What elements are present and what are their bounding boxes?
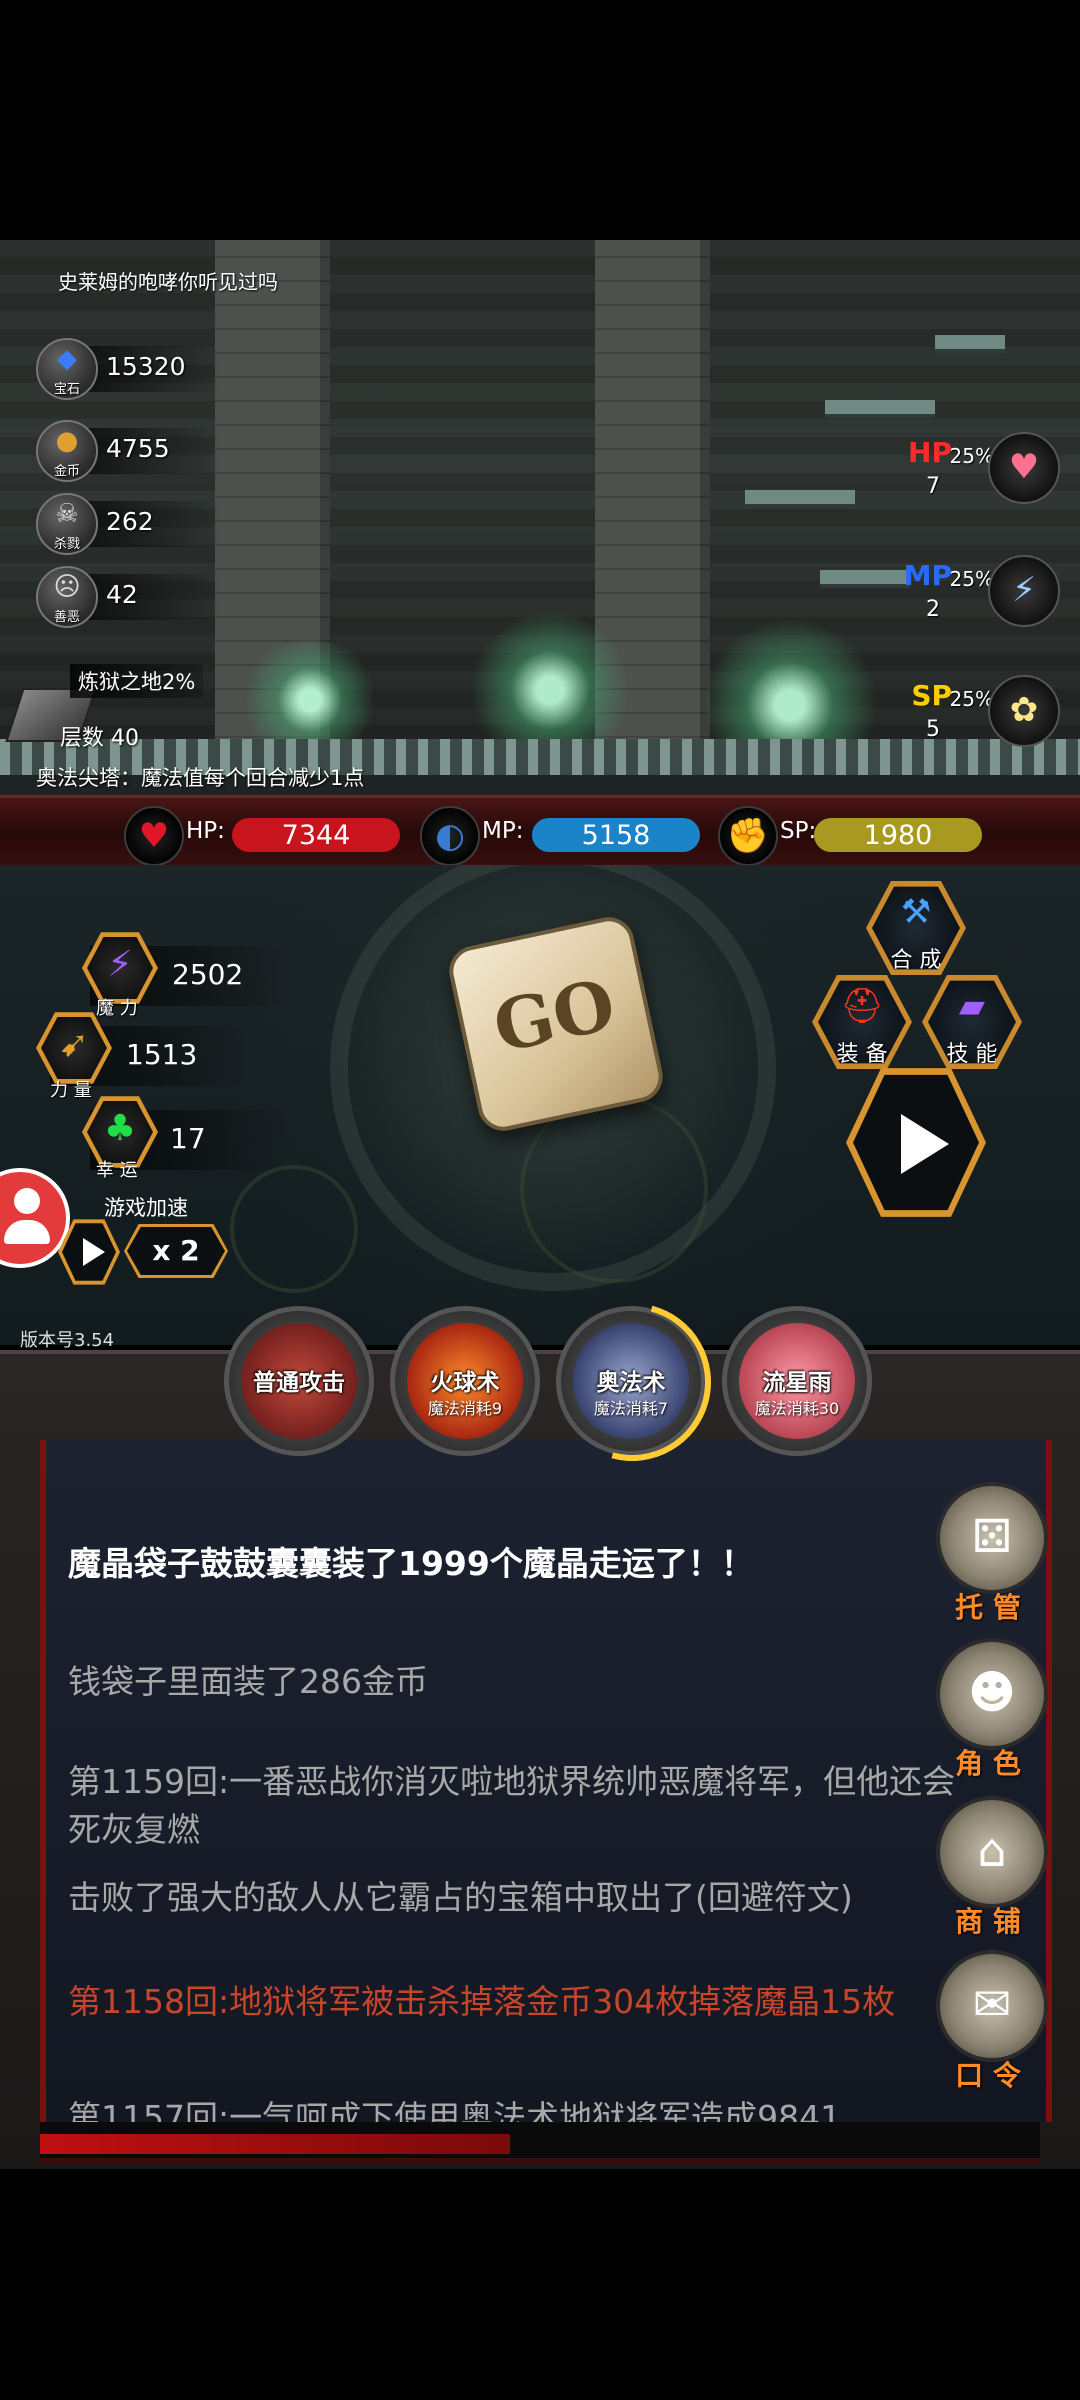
dice-icon: ⚄ (936, 1482, 1048, 1594)
log-entry: 钱袋子里面装了286金币 (68, 1662, 428, 1701)
log-entry: 击败了强大的敌人从它霸占的宝箱中取出了(回避符文) (68, 1878, 853, 1917)
gem-count: 15320 (106, 352, 186, 381)
resource-kills: ☠ 杀戮 262 (30, 493, 220, 555)
tower-effect-note: 奥法尖塔：魔法值每个回合减少1点 (36, 766, 365, 790)
sp-stat: ✊ SP: 1980 (718, 806, 988, 866)
magic-caption: 魔 力 (96, 998, 138, 1019)
coin-count: 4755 (106, 434, 170, 463)
version-label: 版本号3.54 (20, 1330, 115, 1351)
luck-caption: 幸 运 (96, 1160, 138, 1181)
log-progress (40, 2122, 1040, 2164)
strength-icon: ✊ (718, 806, 778, 866)
mp-boot-icon: ◐ (420, 806, 480, 866)
stone-ledge (825, 400, 935, 418)
play-icon (83, 1238, 105, 1266)
floor-count: 层数 40 (60, 726, 139, 751)
power-value: 1513 (126, 1038, 198, 1071)
log-entry: 魔晶袋子鼓鼓囊囊装了1999个魔晶走运了！！ (68, 1544, 754, 1583)
skill-arcane[interactable]: 奥法术 魔法消耗7 (524, 1274, 740, 1490)
evil-count: 42 (106, 580, 138, 609)
stone-ledge (745, 490, 855, 508)
hp-potion[interactable]: HP 25% 7 ♥ (840, 432, 1060, 512)
battle-log[interactable]: 魔晶袋子鼓鼓囊囊装了1999个魔晶走运了！！ 钱袋子里面装了286金币 第115… (40, 1440, 1052, 2122)
helmet-icon: ⛑ (840, 986, 884, 1026)
scroll-icon: ✉ (936, 1950, 1048, 2062)
magic-value: 2502 (172, 958, 244, 991)
mp-potion-icon[interactable]: ⚡ (988, 555, 1060, 627)
floor-name: 炼狱之地2% (70, 664, 204, 698)
log-entry: 第1158回:地狱将军被击杀掉落金币304枚掉落魔晶15枚 (68, 1982, 896, 2021)
scene-title: 史莱姆的咆哮你听见过吗 (58, 270, 278, 294)
hp-value: 7344 (232, 818, 400, 852)
stat-bar: ♥ HP: 7344 ◐ MP: 5158 ✊ SP: 1980 (0, 795, 1080, 871)
skill-fireball[interactable]: 火球术 魔法消耗9 (390, 1306, 540, 1456)
coin-icon: ● 金币 (36, 420, 98, 482)
heart-icon: ♥ (124, 806, 184, 866)
resource-gem: ◆ 宝石 15320 (30, 338, 220, 400)
mp-value: 5158 (532, 818, 700, 852)
speed-multiplier[interactable]: x 2 (124, 1224, 228, 1278)
log-entry: 第1159回:一番恶战你消灭啦地狱界统帅恶魔将军，但他还会死灰复燃 (68, 1762, 956, 1849)
speed-label: 游戏加速 (104, 1196, 188, 1220)
hp-potion-icon[interactable]: ♥ (988, 432, 1060, 504)
mp-potion[interactable]: MP 25% 2 ⚡ (840, 555, 1060, 635)
luck-value: 17 (170, 1122, 206, 1155)
power-caption: 力 量 (50, 1080, 92, 1101)
mp-stat: ◐ MP: 5158 (420, 806, 710, 866)
book-icon: ▰ (958, 986, 986, 1026)
stone-ledge (935, 335, 1005, 353)
skill-normal-attack[interactable]: 普通攻击 (224, 1306, 374, 1456)
log-entry: 第1157回:一气呵成下使用奥法术地狱将军造成9841 (68, 2098, 842, 2122)
shop-button[interactable]: ⌂ 商 铺 (934, 1796, 1048, 1946)
gem-icon: ◆ 宝石 (36, 338, 98, 400)
resource-coin: ● 金币 4755 (30, 420, 220, 482)
sp-food[interactable]: SP 25% 5 ✿ (840, 675, 1060, 755)
skull-icon: ☠ 杀戮 (36, 493, 98, 555)
craft-icon: ⚒ (900, 892, 932, 932)
auto-manage-button[interactable]: ⚄ 托 管 (934, 1482, 1048, 1632)
vine-ornament (230, 1165, 358, 1293)
skill-meteor[interactable]: 流星雨 魔法消耗30 (722, 1306, 872, 1456)
resource-evil: ☹ 善恶 42 (30, 566, 220, 628)
sp-value: 1980 (814, 818, 982, 852)
play-icon (901, 1114, 949, 1174)
sp-food-icon[interactable]: ✿ (988, 675, 1060, 747)
shop-icon: ⌂ (936, 1796, 1048, 1908)
hp-stat: ♥ HP: 7344 (124, 806, 404, 866)
mask-icon: ☹ 善恶 (36, 566, 98, 628)
vine-ornament (520, 1095, 708, 1283)
go-dice-button[interactable]: GO (444, 912, 668, 1136)
password-button[interactable]: ✉ 口 令 (934, 1950, 1048, 2100)
kill-count: 262 (106, 507, 154, 536)
hooded-figure-icon: ☻ (936, 1638, 1048, 1750)
character-button[interactable]: ☻ 角 色 (934, 1638, 1048, 1788)
